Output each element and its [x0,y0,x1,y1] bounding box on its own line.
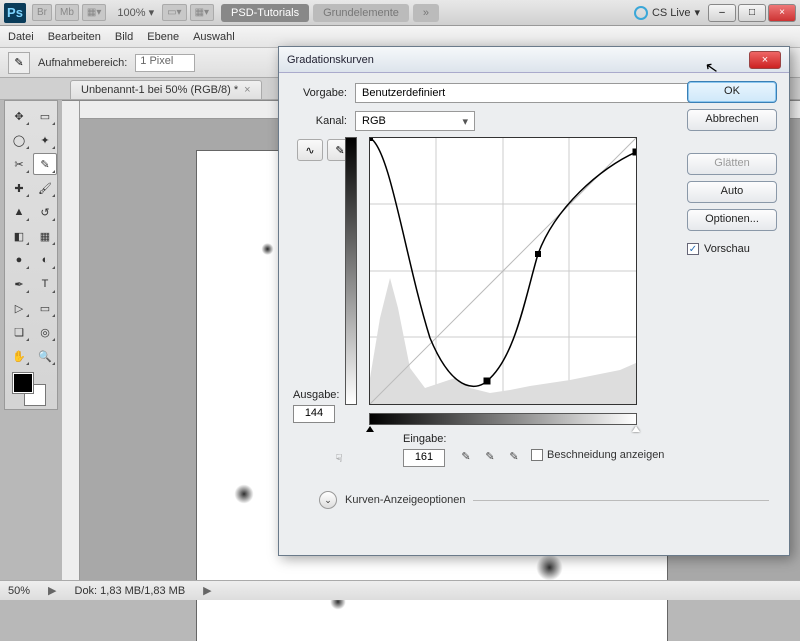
output-field[interactable]: 144 [293,405,335,423]
preview-checkbox[interactable]: ✓ Vorschau [687,243,777,255]
checkbox-checked-icon: ✓ [687,243,699,255]
menubar: Datei Bearbeiten Bild Ebene Auswahl [0,26,800,48]
crop-tool[interactable]: ✂ [7,153,31,175]
output-label: Ausgabe: [293,389,339,401]
toolbox: ✥ ▭ ◯ ✦ ✂ ✎ ✚ 🖌 ▲ ↺ ◧ ▦ ● ◐ ✒ T ▷ ▭ ❏ ◎ … [4,100,58,410]
workspace-more[interactable]: » [413,4,439,22]
black-point-slider[interactable] [366,426,374,432]
options-button[interactable]: Optionen... [687,209,777,231]
blur-tool[interactable]: ● [7,249,31,271]
menu-auswahl[interactable]: Auswahl [193,31,235,43]
smooth-button[interactable]: Glätten [687,153,777,175]
close-button[interactable]: × [768,4,796,22]
black-eyedropper-icon[interactable]: ✎ [457,447,475,465]
menu-ebene[interactable]: Ebene [147,31,179,43]
foreground-swatch[interactable] [13,373,33,393]
document-tab[interactable]: Unbenannt-1 bei 50% (RGB/8) * × [70,80,262,99]
status-arrow-icon[interactable]: ▶ [48,584,56,597]
hand-tool[interactable]: ✋ [7,345,31,367]
sample-size-field[interactable]: 1 Pixel [135,54,195,72]
zoom-level[interactable]: 100% ▾ [117,6,154,19]
auto-button[interactable]: Auto [687,181,777,203]
workspace-tab-grund[interactable]: Grundelemente [313,4,409,22]
output-gradient [345,137,357,405]
preset-label: Vorgabe: [291,87,347,99]
maximize-button[interactable]: □ [738,4,766,22]
input-gradient[interactable] [369,413,637,425]
heal-tool[interactable]: ✚ [7,177,31,199]
display-options-label: Kurven-Anzeigeoptionen [345,494,465,506]
input-label: Eingabe: [403,433,446,445]
sample-size-label: Aufnahmebereich: [38,57,127,69]
curves-dialog: Gradationskurven × Vorgabe: Benutzerdefi… [278,46,790,556]
app-titlebar: Ps Br Mb ▦▾ 100% ▾ ▭▾ ▦▾ PSD-Tutorials G… [0,0,800,26]
move-tool[interactable]: ✥ [7,105,31,127]
pen-tool[interactable]: ✒ [7,273,31,295]
status-zoom[interactable]: 50% [8,585,30,597]
minimize-button[interactable]: – [708,4,736,22]
kanal-value: RGB [362,115,386,127]
wand-tool[interactable]: ✦ [33,129,57,151]
document-tab-title: Unbenannt-1 bei 50% (RGB/8) * [81,84,238,96]
stamp-tool[interactable]: ▲ [7,201,31,223]
expand-options-button[interactable]: ⌄ [319,491,337,509]
workspace-tab-psd[interactable]: PSD-Tutorials [221,4,309,22]
path-select-tool[interactable]: ▷ [7,297,31,319]
lasso-tool[interactable]: ◯ [7,129,31,151]
document-tab-close-icon[interactable]: × [244,84,250,96]
separator [473,500,769,501]
target-adjust-icon[interactable]: ☟ [329,449,349,467]
dialog-title: Gradationskurven [287,54,374,66]
input-field[interactable]: 161 [403,449,445,467]
ok-button[interactable]: OK [687,81,777,103]
dialog-titlebar[interactable]: Gradationskurven × [279,47,789,73]
white-point-slider[interactable] [632,426,640,432]
chevron-down-icon: ▾ [462,115,468,128]
type-tool[interactable]: T [33,273,57,295]
extras-icon[interactable]: ▦▾ [190,4,214,21]
kanal-label: Kanal: [291,115,347,127]
cancel-button[interactable]: Abbrechen [687,109,777,131]
ruler-vertical[interactable] [62,101,80,580]
preview-label: Vorschau [704,243,750,255]
zoom-tool[interactable]: 🔍 [33,345,57,367]
show-clipping-label: Beschneidung anzeigen [547,449,664,461]
dialog-close-button[interactable]: × [749,51,781,69]
arrange-icon[interactable]: ▦▾ [82,4,106,21]
cslive-menu[interactable]: CS Live ▾ [634,6,700,20]
eyedropper-tool[interactable]: ✎ [33,153,57,175]
history-brush-tool[interactable]: ↺ [33,201,57,223]
white-eyedropper-icon[interactable]: ✎ [505,447,523,465]
color-swatches[interactable] [7,369,57,405]
3d-tool[interactable]: ❏ [7,321,31,343]
curve-editor[interactable] [357,137,637,405]
ps-logo-icon: Ps [4,3,26,23]
cslive-icon [634,6,648,20]
screenmode-icon[interactable]: ▭▾ [162,4,186,21]
eyedropper-icon[interactable]: ✎ [8,52,30,74]
bridge-chip[interactable]: Br [32,4,52,21]
preset-value: Benutzerdefiniert [362,87,445,99]
eraser-tool[interactable]: ◧ [7,225,31,247]
menu-datei[interactable]: Datei [8,31,34,43]
curve-mode-button[interactable]: ∿ [297,139,323,161]
gradient-tool[interactable]: ▦ [33,225,57,247]
status-arrow-icon-2[interactable]: ▶ [203,584,211,597]
menu-bild[interactable]: Bild [115,31,133,43]
kanal-dropdown[interactable]: RGB ▾ [355,111,475,131]
show-clipping-checkbox[interactable]: Beschneidung anzeigen [531,449,664,461]
minibridge-chip[interactable]: Mb [55,4,79,21]
checkbox-icon [531,449,543,461]
marquee-tool[interactable]: ▭ [33,105,57,127]
status-bar: 50% ▶ Dok: 1,83 MB/1,83 MB ▶ [0,580,800,600]
3d-camera-tool[interactable]: ◎ [33,321,57,343]
gray-eyedropper-icon[interactable]: ✎ [481,447,499,465]
dodge-tool[interactable]: ◐ [33,249,57,271]
menu-bearbeiten[interactable]: Bearbeiten [48,31,101,43]
brush-tool[interactable]: 🖌 [33,177,57,199]
shape-tool[interactable]: ▭ [33,297,57,319]
status-doc-size[interactable]: Dok: 1,83 MB/1,83 MB [75,585,186,597]
